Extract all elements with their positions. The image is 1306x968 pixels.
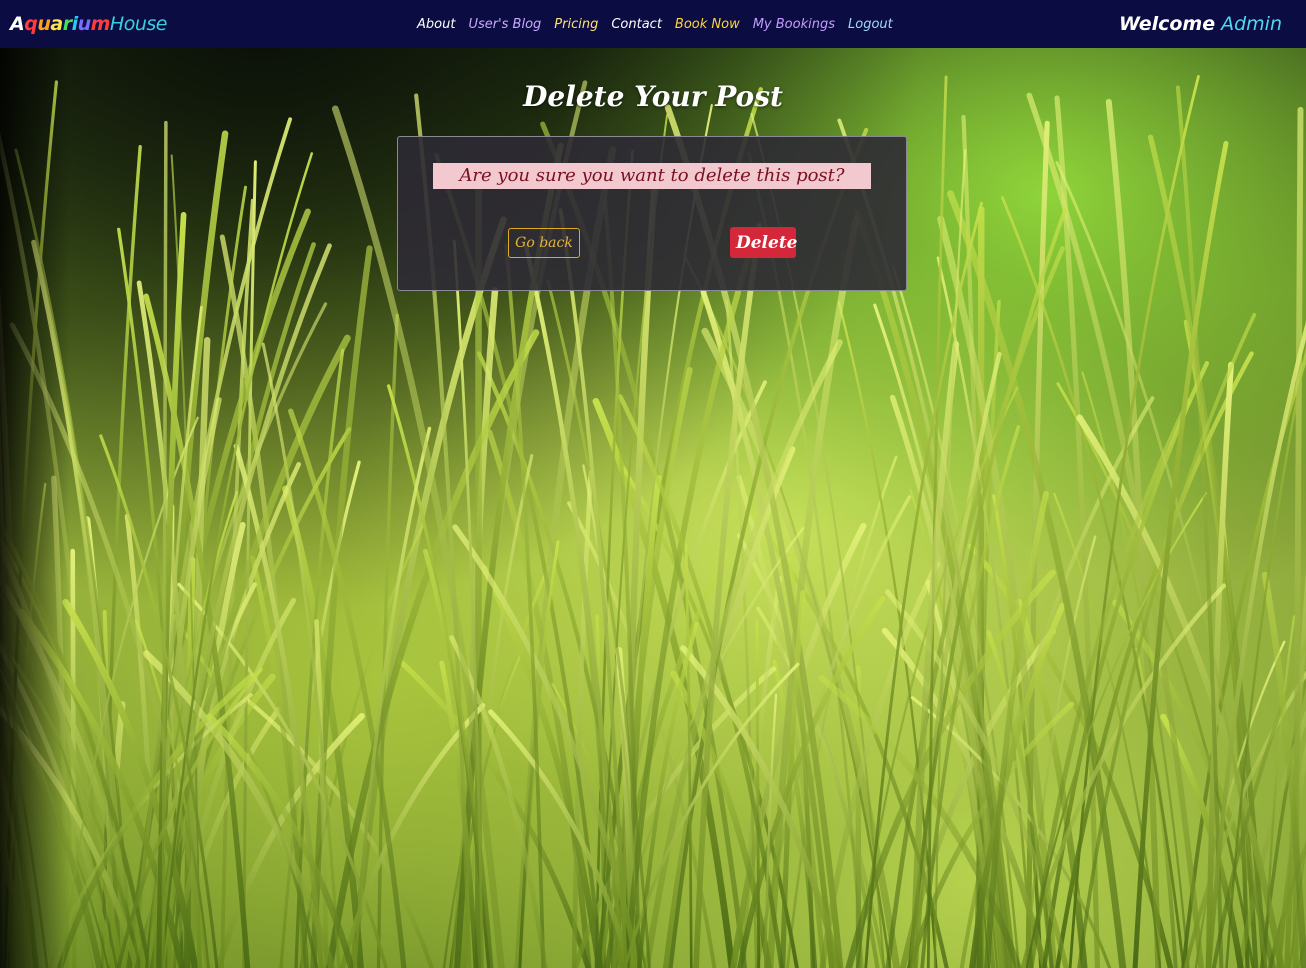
brand-letter: r bbox=[62, 13, 72, 35]
delete-button[interactable]: Delete bbox=[730, 227, 798, 258]
brand-letter: q bbox=[24, 13, 38, 35]
username-text: Admin bbox=[1221, 13, 1282, 35]
nav-link-contact[interactable]: Contact bbox=[611, 17, 662, 32]
welcome-message: Welcome Admin bbox=[1119, 0, 1282, 48]
brand-letter: u bbox=[37, 13, 51, 35]
welcome-text: Welcome bbox=[1118, 13, 1216, 35]
brand-letter: A bbox=[10, 13, 25, 35]
nav-links: About User's Blog Pricing Contact Book N… bbox=[417, 0, 893, 48]
nav-link-users-blog[interactable]: User's Blog bbox=[468, 17, 541, 32]
left-edge-shadow bbox=[0, 48, 70, 968]
confirm-question: Are you sure you want to delete this pos… bbox=[433, 163, 871, 189]
page-title: Delete Your Post bbox=[523, 80, 783, 113]
brand-letter: u bbox=[77, 13, 92, 35]
nav-link-pricing[interactable]: Pricing bbox=[554, 17, 598, 32]
nav-link-logout[interactable]: Logout bbox=[848, 17, 893, 32]
top-navbar: AquariumHouse About User's Blog Pricing … bbox=[0, 0, 1306, 48]
nav-link-about[interactable]: About bbox=[417, 17, 455, 32]
go-back-button[interactable]: Go back bbox=[508, 228, 580, 258]
brand-letter: m bbox=[90, 13, 111, 35]
brand-logo-link[interactable]: AquariumHouse bbox=[10, 13, 167, 35]
nav-link-book-now[interactable]: Book Now bbox=[675, 17, 740, 32]
nav-link-my-bookings[interactable]: My Bookings bbox=[753, 17, 835, 32]
brand-house-text: House bbox=[109, 13, 168, 35]
delete-confirm-card: Are you sure you want to delete this pos… bbox=[397, 136, 907, 291]
brand-letter: a bbox=[50, 13, 63, 35]
